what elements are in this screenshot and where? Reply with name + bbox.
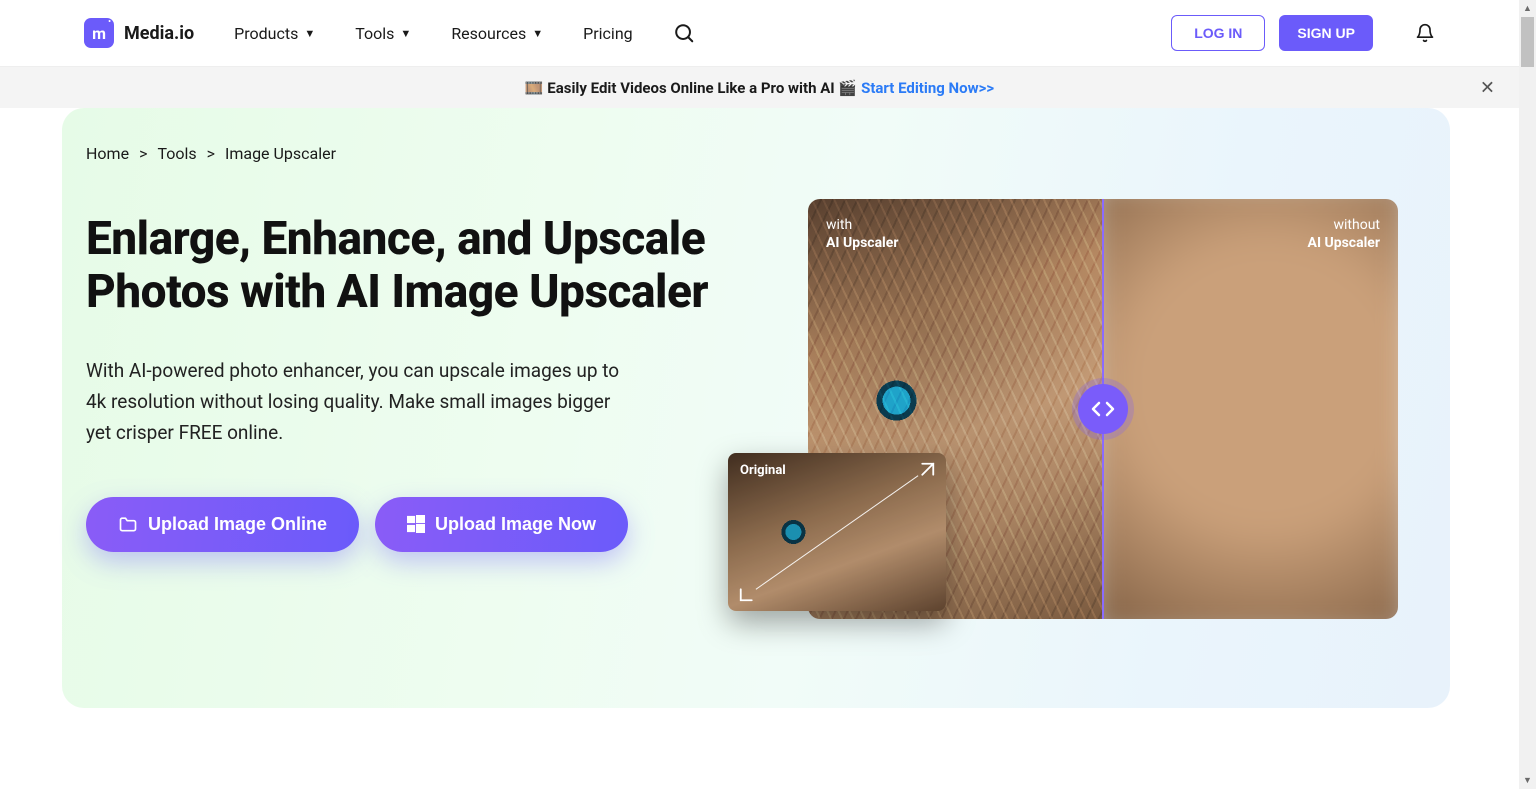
search-icon[interactable] bbox=[673, 22, 695, 44]
page-title: Enlarge, Enhance, and Upscale Photos wit… bbox=[86, 213, 748, 319]
image-compare: with AI Upscaler without AI Upscaler Ori… bbox=[808, 199, 1398, 619]
label-line: without bbox=[1334, 217, 1381, 233]
notifications-icon[interactable] bbox=[1415, 23, 1435, 43]
compare-label-without: without AI Upscaler bbox=[1308, 217, 1380, 252]
main-nav: Products ▼ Tools ▼ Resources ▼ Pricing bbox=[234, 24, 632, 43]
breadcrumb-tools[interactable]: Tools bbox=[157, 144, 196, 163]
upload-now-button[interactable]: Upload Image Now bbox=[375, 497, 628, 552]
nav-label: Resources bbox=[451, 24, 526, 43]
nav-label: Pricing bbox=[583, 24, 633, 43]
nav-products[interactable]: Products ▼ bbox=[234, 24, 315, 43]
hero-card: Home > Tools > Image Upscaler Enlarge, E… bbox=[62, 108, 1450, 708]
banner-emoji: 🎬 bbox=[838, 79, 857, 97]
chevron-down-icon: ▼ bbox=[304, 27, 315, 40]
logo-text: Media.io bbox=[124, 23, 194, 44]
breadcrumb-home[interactable]: Home bbox=[86, 144, 129, 163]
label-line: AI Upscaler bbox=[826, 235, 898, 253]
nav-pricing[interactable]: Pricing bbox=[583, 24, 633, 43]
logo-icon: m bbox=[84, 18, 114, 48]
scroll-thumb[interactable] bbox=[1521, 17, 1534, 67]
breadcrumb-current: Image Upscaler bbox=[225, 144, 336, 163]
chevron-down-icon: ▼ bbox=[400, 27, 411, 40]
login-button[interactable]: LOG IN bbox=[1171, 15, 1265, 51]
promo-banner: 🎞️ Easily Edit Videos Online Like a Pro … bbox=[0, 67, 1519, 108]
upload-online-button[interactable]: Upload Image Online bbox=[86, 497, 359, 552]
scrollbar[interactable]: ▲ ▼ bbox=[1519, 0, 1536, 789]
hero-right: with AI Upscaler without AI Upscaler Ori… bbox=[768, 144, 1450, 648]
cta-row: Upload Image Online Upload Image Now bbox=[86, 497, 748, 552]
page-description: With AI-powered photo enhancer, you can … bbox=[86, 355, 626, 449]
windows-icon bbox=[407, 515, 425, 533]
hero-left: Home > Tools > Image Upscaler Enlarge, E… bbox=[86, 144, 768, 648]
compare-panel-without bbox=[1103, 199, 1398, 619]
close-icon[interactable]: ✕ bbox=[1480, 77, 1495, 98]
compare-label-with: with AI Upscaler bbox=[826, 217, 898, 252]
scroll-up-icon[interactable]: ▲ bbox=[1519, 0, 1536, 17]
breadcrumb-sep: > bbox=[139, 144, 147, 163]
label-line: AI Upscaler bbox=[1308, 235, 1380, 253]
original-blur-image bbox=[1103, 199, 1398, 619]
breadcrumb-sep: > bbox=[207, 144, 215, 163]
banner-text: Easily Edit Videos Online Like a Pro wit… bbox=[547, 79, 834, 97]
header: m Media.io Products ▼ Tools ▼ Resources … bbox=[0, 0, 1519, 67]
signup-button[interactable]: SIGN UP bbox=[1279, 15, 1373, 51]
nav-label: Tools bbox=[355, 24, 394, 43]
label-line: with bbox=[826, 217, 852, 233]
banner-link[interactable]: Start Editing Now>> bbox=[861, 79, 994, 97]
hero-section: Home > Tools > Image Upscaler Enlarge, E… bbox=[0, 108, 1519, 748]
banner-emoji: 🎞️ bbox=[525, 79, 544, 97]
breadcrumb: Home > Tools > Image Upscaler bbox=[86, 144, 748, 163]
cta-label: Upload Image Online bbox=[148, 514, 327, 535]
auth-buttons: LOG IN SIGN UP bbox=[1171, 15, 1435, 51]
cta-label: Upload Image Now bbox=[435, 514, 596, 535]
nav-label: Products bbox=[234, 24, 298, 43]
folder-icon bbox=[118, 515, 138, 533]
logo[interactable]: m Media.io bbox=[84, 18, 194, 48]
chevron-down-icon: ▼ bbox=[532, 27, 543, 40]
nav-resources[interactable]: Resources ▼ bbox=[451, 24, 543, 43]
scroll-down-icon[interactable]: ▼ bbox=[1519, 772, 1536, 789]
nav-tools[interactable]: Tools ▼ bbox=[355, 24, 411, 43]
original-inset: Original bbox=[728, 453, 946, 611]
compare-handle[interactable] bbox=[1078, 384, 1128, 434]
